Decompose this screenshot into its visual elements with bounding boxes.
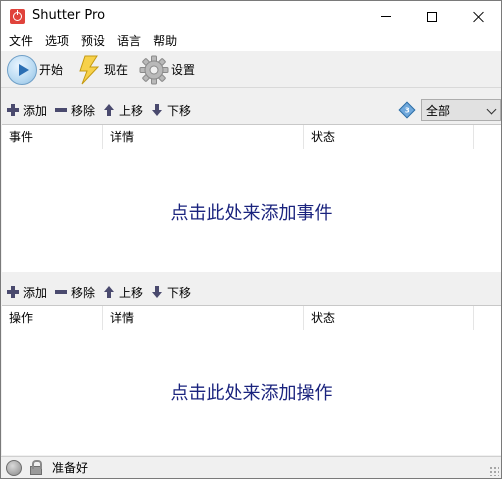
- add-event-button[interactable]: 添加: [7, 102, 47, 119]
- minimize-button[interactable]: [363, 1, 409, 32]
- add-action-prompt[interactable]: 点击此处来添加操作: [2, 379, 501, 405]
- plus-icon: [7, 104, 19, 116]
- events-list-header: 事件 详情 状态: [2, 125, 499, 149]
- window-title: Shutter Pro: [32, 8, 106, 23]
- app-window: Shutter Pro 文件 选项 预设 语言 帮助 开始 现在 设置 添加 移…: [0, 0, 502, 479]
- actions-list[interactable]: 操作 详情 状态 点击此处来添加操作: [2, 305, 501, 455]
- add-event-prompt[interactable]: 点击此处来添加事件: [2, 199, 501, 225]
- menu-language[interactable]: 语言: [111, 32, 147, 51]
- settings-label: 设置: [171, 63, 196, 77]
- start-label: 开始: [39, 63, 64, 77]
- events-toolbar: 添加 移除 上移 下移 3 全部: [1, 99, 501, 121]
- filter-badge-icon: 3: [398, 101, 416, 119]
- lightning-icon: [79, 55, 100, 84]
- filter-value: 全部: [426, 103, 451, 118]
- play-icon: [7, 54, 37, 85]
- menu-presets[interactable]: 预设: [75, 32, 111, 51]
- settings-button[interactable]: 设置: [139, 53, 195, 86]
- maximize-button[interactable]: [409, 1, 455, 32]
- close-icon: [472, 11, 484, 23]
- menu-bar: 文件 选项 预设 语言 帮助: [1, 32, 501, 51]
- remove-label: 移除: [71, 285, 96, 300]
- network-icon: [6, 459, 22, 476]
- move-up-label: 上移: [119, 103, 144, 118]
- events-list[interactable]: 事件 详情 状态 点击此处来添加事件: [2, 124, 501, 272]
- filter-badge-number: 3: [404, 106, 410, 114]
- arrow-down-icon: [151, 286, 163, 298]
- column-header-details[interactable]: 详情: [103, 125, 304, 149]
- menu-help[interactable]: 帮助: [147, 32, 183, 51]
- move-down-action-button[interactable]: 下移: [151, 284, 191, 301]
- column-header-event[interactable]: 事件: [2, 125, 103, 149]
- close-button[interactable]: [455, 1, 501, 32]
- minimize-icon: [381, 16, 391, 17]
- minus-icon: [55, 286, 68, 298]
- move-up-event-button[interactable]: 上移: [103, 102, 143, 119]
- remove-event-button[interactable]: 移除: [55, 102, 95, 119]
- start-button[interactable]: 开始: [7, 53, 63, 86]
- actions-toolbar: 添加 移除 上移 下移: [1, 281, 501, 303]
- add-label: 添加: [23, 103, 48, 118]
- chevron-down-icon: [486, 104, 497, 115]
- remove-label: 移除: [71, 103, 96, 118]
- filter-select[interactable]: 全部: [421, 99, 501, 121]
- move-up-label: 上移: [119, 285, 144, 300]
- lock-icon[interactable]: [30, 460, 42, 475]
- add-label: 添加: [23, 285, 48, 300]
- move-down-label: 下移: [167, 285, 192, 300]
- remove-action-button[interactable]: 移除: [55, 284, 95, 301]
- arrow-down-icon: [151, 104, 163, 116]
- column-header-status[interactable]: 状态: [304, 125, 474, 149]
- status-bar: 准备好: [1, 456, 501, 478]
- move-down-event-button[interactable]: 下移: [151, 102, 191, 119]
- title-bar[interactable]: Shutter Pro: [1, 1, 501, 32]
- add-action-button[interactable]: 添加: [7, 284, 47, 301]
- event-filter: 3 全部: [398, 99, 501, 121]
- actions-list-header: 操作 详情 状态: [2, 306, 499, 330]
- column-header-action[interactable]: 操作: [2, 306, 103, 330]
- move-up-action-button[interactable]: 上移: [103, 284, 143, 301]
- maximize-icon: [427, 11, 437, 22]
- menu-file[interactable]: 文件: [3, 32, 39, 51]
- now-label: 现在: [104, 63, 129, 77]
- minus-icon: [55, 104, 68, 116]
- arrow-up-icon: [103, 104, 115, 116]
- panel-splitter[interactable]: [1, 272, 501, 278]
- column-header-status[interactable]: 状态: [304, 306, 474, 330]
- gear-icon: [139, 55, 169, 84]
- arrow-up-icon: [103, 286, 115, 298]
- move-down-label: 下移: [167, 103, 192, 118]
- plus-icon: [7, 286, 19, 298]
- main-toolbar: 开始 现在 设置: [1, 51, 501, 88]
- menu-options[interactable]: 选项: [39, 32, 75, 51]
- resize-grip[interactable]: [489, 466, 499, 476]
- status-text: 准备好: [52, 461, 89, 475]
- power-icon: [10, 9, 25, 24]
- now-button[interactable]: 现在: [76, 53, 128, 86]
- column-header-details[interactable]: 详情: [103, 306, 304, 330]
